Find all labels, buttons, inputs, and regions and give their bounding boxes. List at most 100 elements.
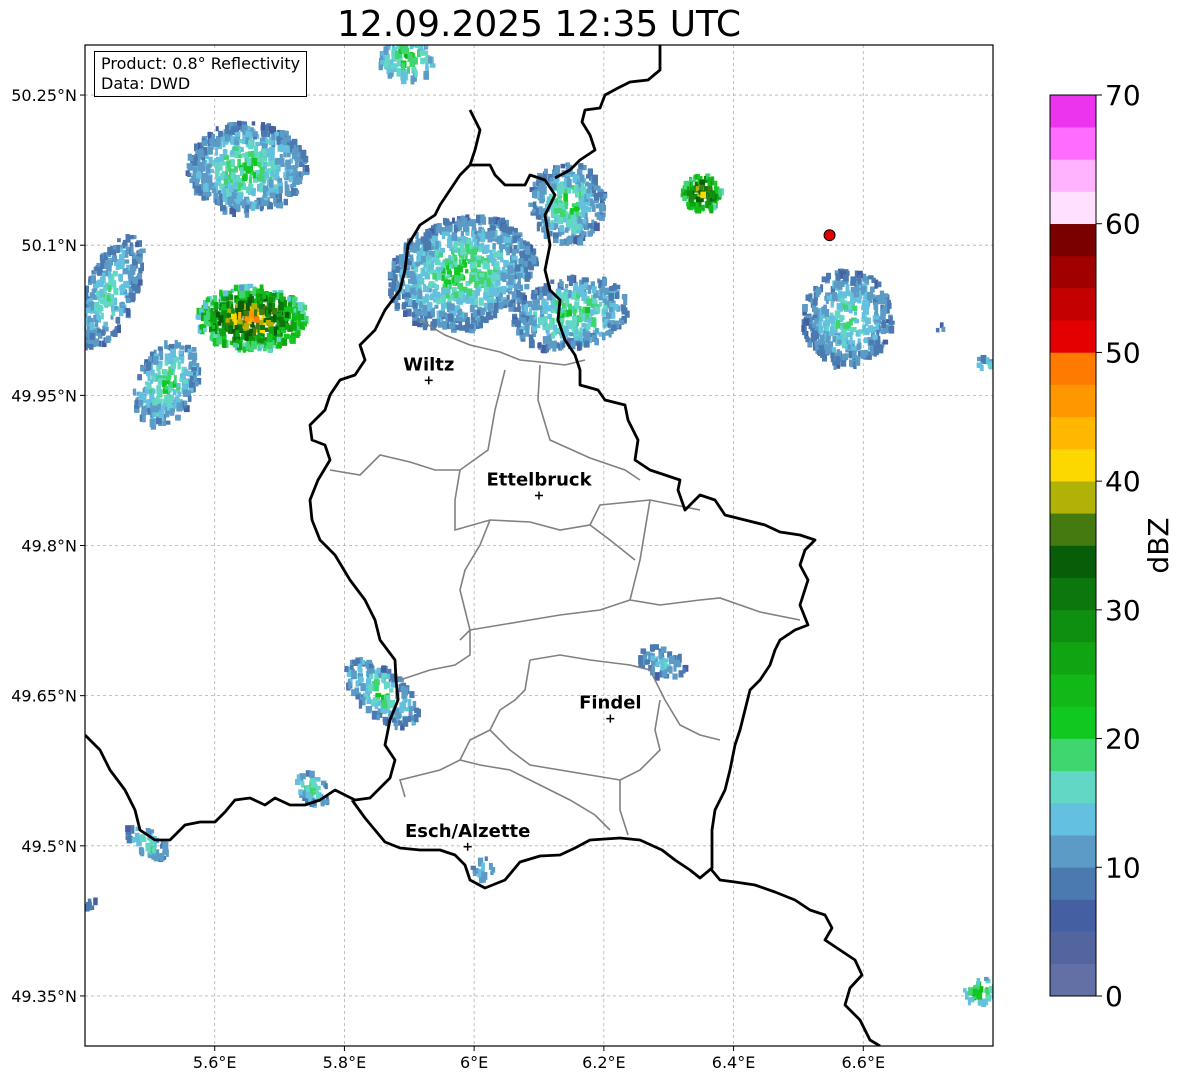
colorbar-swatch [1050,835,1096,868]
echo-pixel [539,198,545,204]
echo-pixel [483,292,489,299]
echo-pixel [481,862,485,871]
echo-pixel [523,304,528,312]
echo-pixel [351,670,357,680]
echo-pixel [208,156,213,164]
echo-pixel [152,412,157,418]
echo-pixel [833,281,839,289]
echo-pixel [165,420,171,425]
echo-pixel [300,773,306,780]
lat-tick-label: 49.5°N [21,837,77,856]
echo-pixel [373,685,379,692]
echo-pixel [935,327,940,333]
echo-pixel [117,238,121,243]
echo-pixel [169,381,174,388]
echo-pixel [294,178,300,185]
echo-pixel [559,225,565,232]
echo-pixel [159,853,165,861]
lat-tick-label: 49.65°N [11,687,77,706]
echo-pixel [511,255,518,261]
echo-pixel [993,990,997,997]
echo-pixel [186,163,193,169]
echo-pixel [560,318,565,323]
echo-pixel [854,318,860,324]
echo-pixel [276,336,281,342]
echo-pixel [195,172,202,179]
echo-pixel [395,712,401,719]
echo-pixel [259,320,264,326]
echo-pixel [150,379,153,384]
echo-pixel [462,294,467,302]
echo-pixel [141,405,147,415]
echo-pixel [258,162,262,168]
echo-pixel [173,375,177,384]
radar-map: 5.6°E 5.8°E 6°E 6.2°E 6.4°E 6.6°E 49.35°N 49.5°… [11,36,1175,1072]
echo-pixel [174,339,178,349]
echo-pixel [159,351,164,360]
echo-pixel [517,306,521,312]
echo-pixel [406,36,411,41]
echo-pixel [252,171,257,179]
echo-pixel [860,350,866,359]
echo-pixel [267,168,271,175]
colorbar-swatch [1050,384,1096,418]
echo-pixel [261,150,267,157]
echo-pixel [478,297,484,306]
echo-pixel [835,320,841,329]
echo-pixel [181,372,186,379]
echo-pixel [803,318,810,326]
echo-pixel [984,976,989,981]
echo-pixel [470,253,475,262]
echo-pixel [220,330,226,337]
echo-pixel [466,249,472,255]
echo-pixel [248,336,253,341]
echo-pixel [514,264,521,272]
echo-pixel [974,990,978,995]
echo-pixel [197,152,203,158]
echo-pixel [391,260,396,270]
colorbar-swatch [1050,448,1096,482]
colorbar-swatch [1050,770,1096,804]
echo-pixel [700,197,704,203]
echo-pixel [200,165,206,172]
echo-pixel [200,173,206,181]
echo-pixel [491,217,496,224]
echo-pixel [222,148,227,157]
echo-pixel [75,321,79,329]
echo-pixel [852,305,858,312]
echo-pixel [232,202,237,209]
echo-pixel [292,297,296,306]
echo-pixel [594,222,600,232]
echo-pixel [193,375,197,382]
echo-pixel [248,140,252,147]
echo-pixel [355,694,361,700]
echo-pixel [428,56,433,64]
echo-pixel [259,325,266,330]
echo-pixel [226,160,231,168]
echo-pixel [184,400,188,406]
echo-pixel [282,136,288,146]
echo-pixel [814,318,819,324]
colorbar-tick-label: 0 [1105,980,1123,1013]
echo-pixel [814,340,818,347]
echo-pixel [226,301,230,308]
echo-pixel [137,249,142,254]
echo-pixel [288,176,294,183]
echo-pixel [199,324,203,330]
echo-pixel [874,280,878,289]
echo-pixel [494,302,499,309]
echo-pixel [276,312,282,318]
echo-pixel [251,303,258,309]
echo-pixel [140,365,145,372]
echo-pixel [880,329,887,335]
echo-pixel [299,322,304,329]
echo-pixel [524,283,530,290]
echo-pixel [518,258,524,264]
echo-pixel [443,217,447,225]
echo-pixel [112,270,118,277]
echo-pixel [164,340,168,350]
echo-pixel [553,324,558,332]
echo-pixel [489,287,493,295]
echo-pixel [448,225,453,233]
echo-pixel [476,259,481,268]
